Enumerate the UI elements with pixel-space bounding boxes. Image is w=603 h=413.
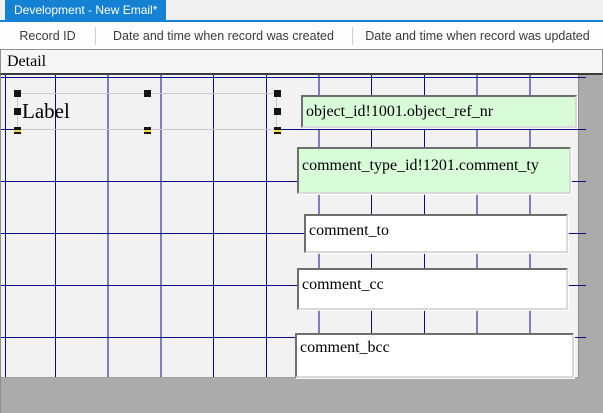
field-object-ref-nr[interactable]: object_id!1001.object_ref_nr bbox=[301, 95, 577, 128]
field-comment-cc[interactable]: comment_cc bbox=[297, 268, 568, 310]
selection-handle-top-right[interactable] bbox=[274, 90, 281, 97]
selection-handle-top-middle[interactable] bbox=[144, 90, 151, 97]
selection-handle-top-left[interactable] bbox=[14, 90, 21, 97]
field-comment-type[interactable]: comment_type_id!1201.comment_ty bbox=[297, 147, 571, 194]
selection-handle-bottom-middle[interactable] bbox=[144, 127, 151, 134]
column-separator bbox=[95, 27, 96, 45]
form-designer-window: Development - New Email* Record ID Date … bbox=[0, 0, 603, 413]
selection-handle-middle-left[interactable] bbox=[14, 108, 21, 115]
band-header-detail[interactable]: Detail bbox=[0, 49, 603, 75]
column-separator bbox=[352, 27, 353, 45]
tab-bar: Development - New Email* bbox=[0, 0, 603, 22]
selection-handle-bottom-right[interactable] bbox=[274, 127, 281, 134]
selection-handle-middle-right[interactable] bbox=[274, 108, 281, 115]
selection-handle-bottom-left[interactable] bbox=[14, 127, 21, 134]
label-element[interactable]: Label bbox=[17, 93, 277, 130]
design-work-area: Label object_id!1001.object_ref_nr comme… bbox=[0, 75, 603, 413]
field-column-header-row: Record ID Date and time when record was … bbox=[0, 22, 603, 49]
column-header-updated[interactable]: Date and time when record was updated bbox=[352, 22, 603, 49]
field-comment-to[interactable]: comment_to bbox=[304, 214, 568, 253]
column-header-record-id[interactable]: Record ID bbox=[0, 22, 95, 49]
document-tab[interactable]: Development - New Email* bbox=[5, 0, 166, 21]
column-header-created[interactable]: Date and time when record was created bbox=[95, 22, 352, 49]
field-comment-bcc[interactable]: comment_bcc bbox=[295, 333, 574, 378]
